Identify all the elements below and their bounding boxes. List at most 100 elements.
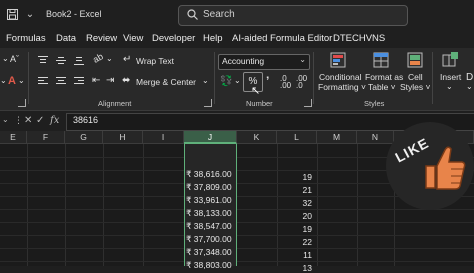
cell-l[interactable]: 19 [288,224,312,234]
alignment-dialog-launcher-icon[interactable] [204,99,212,107]
grid-line [0,235,474,236]
align-bottom-icon[interactable] [74,56,84,65]
font-size-chevron-icon[interactable]: ⌄ [2,54,9,63]
grid-line [0,209,474,210]
column-header-k[interactable]: K [237,131,277,144]
formula-bar: ⌄ ⋮ ✕ ✓ fx 38616 [0,111,474,131]
align-left-icon[interactable] [38,77,48,86]
column-header-h[interactable]: H [103,131,143,144]
delete-chevron-icon[interactable]: ⌄ [466,82,473,91]
comma-style-icon[interactable]: ’ [266,74,269,88]
conditional-formatting-button-line2[interactable]: Formatting ˅ [318,82,366,92]
cell-j[interactable]: ₹ 37,809.00 [186,182,236,193]
tab-view[interactable]: View [123,33,143,44]
number-format-dropdown[interactable]: Accounting ⌄ [218,54,310,70]
accounting-format-icon[interactable]: 💱 [220,76,232,87]
cell-l[interactable]: 11 [288,250,312,260]
decrease-indent-icon[interactable]: ⇤ [92,75,100,86]
tab-help[interactable]: Help [203,33,223,44]
decrease-decimal-icon[interactable]: .00.0 [296,75,307,90]
wrap-text-icon[interactable]: ↵ [123,54,131,65]
ribbon-tabs: Formulas Data Review View Developer Help… [0,31,474,48]
merge-center-button[interactable]: Merge & Center [136,77,196,87]
font-color-chevron-icon[interactable]: ⌄ [18,76,25,85]
save-icon[interactable] [6,9,18,21]
ribbon-separator [313,52,314,104]
ribbon: ⌄ Aˇ ⌄ A ⌄ ab ⌄ ⇤ ⇥ ↵ Wrap Text ⬌ Merge … [0,48,474,111]
font-dialog-launcher-icon[interactable] [18,99,26,107]
ribbon-separator [432,52,433,104]
column-header-l[interactable]: L [277,131,317,144]
cell-j[interactable]: ₹ 38,616.00 [186,169,236,180]
tab-formulas[interactable]: Formulas [6,33,46,44]
format-as-table-button[interactable]: Format as [365,72,403,82]
insert-chevron-icon[interactable]: ⌄ [446,82,453,91]
tab-data[interactable]: Data [56,33,76,44]
column-header-m[interactable]: M [317,131,357,144]
cell-styles-icon[interactable] [407,52,423,68]
format-as-table-button-line2[interactable]: Table ˅ [368,82,396,92]
column-header-f[interactable]: F [27,131,65,144]
cancel-icon[interactable]: ✕ [24,115,32,126]
number-dialog-launcher-icon[interactable] [304,99,312,107]
like-sticker[interactable]: LIKE [386,122,474,210]
column-header-n[interactable]: N [357,131,394,144]
cell-j[interactable]: ₹ 38,133.00 [186,208,236,219]
insert-cells-icon[interactable] [442,52,458,68]
decrease-font-icon[interactable]: Aˇ [10,54,19,64]
cell-l[interactable]: 13 [288,263,312,273]
formula-bar-options-icon[interactable]: ⋮ [14,115,23,126]
accounting-chevron-icon[interactable]: ⌄ [234,76,241,85]
number-format-value: Accounting [222,56,265,66]
orientation-icon[interactable]: ab [91,51,105,65]
title-bar: ⌄ Book2 - Excel Search [0,0,474,30]
thumbs-up-icon [424,142,468,192]
column-header-g[interactable]: G [65,131,103,144]
chevron-down-icon: ⌄ [299,55,306,64]
tab-review[interactable]: Review [86,33,117,44]
merge-center-chevron-icon[interactable]: ⌄ [202,76,209,85]
increase-decimal-icon[interactable]: .0.00 [280,75,291,90]
column-header-e[interactable]: E [0,131,27,144]
column-header-i[interactable]: I [143,131,184,144]
cell-j[interactable]: ₹ 38,547.00 [186,221,236,232]
cell-l[interactable]: 20 [288,211,312,221]
search-box[interactable]: Search [178,5,408,26]
search-placeholder: Search [203,9,235,20]
fill-color-chevron-icon[interactable]: ⌄ [0,76,7,85]
window-title: Book2 - Excel [46,9,102,19]
name-box-chevron-icon[interactable]: ⌄ [2,115,9,124]
ribbon-separator [214,52,215,104]
increase-indent-icon[interactable]: ⇥ [106,75,114,86]
orientation-chevron-icon[interactable]: ⌄ [106,54,113,63]
cell-j[interactable]: ₹ 33,961.00 [186,195,236,206]
cell-l[interactable]: 19 [288,172,312,182]
tab-ai-formula-editor[interactable]: AI-aided Formula Editor [232,33,332,44]
conditional-formatting-icon[interactable] [330,52,346,68]
align-middle-icon[interactable] [56,56,66,65]
tab-developer[interactable]: Developer [152,33,195,44]
align-center-icon[interactable] [56,77,66,86]
insert-function-icon[interactable]: fx [50,115,59,126]
align-right-icon[interactable] [74,77,84,86]
customize-toolbar-chevron-icon[interactable]: ⌄ [24,9,36,21]
format-as-table-icon[interactable] [373,52,389,68]
insert-button[interactable]: Insert [440,72,461,82]
cell-l[interactable]: 22 [288,237,312,247]
cell-j[interactable]: ₹ 37,700.00 [186,234,236,245]
cell-l[interactable]: 21 [288,185,312,195]
cell-j[interactable]: ₹ 37,348.00 [186,247,236,258]
formula-value: 38616 [73,115,99,125]
column-header-j[interactable]: J [184,131,237,144]
enter-icon[interactable]: ✓ [36,115,44,126]
cell-l[interactable]: 32 [288,198,312,208]
conditional-formatting-button[interactable]: Conditional [319,72,362,82]
cell-styles-button[interactable]: Cell [408,72,423,82]
search-icon [187,9,199,21]
wrap-text-button[interactable]: Wrap Text [136,56,174,66]
tab-dtechvns[interactable]: DTECHVNS [333,33,385,44]
align-top-icon[interactable] [38,56,48,65]
merge-center-icon[interactable]: ⬌ [122,75,130,86]
cell-styles-button-line2[interactable]: Styles ˅ [400,82,430,92]
font-color-icon[interactable]: A [8,75,16,87]
